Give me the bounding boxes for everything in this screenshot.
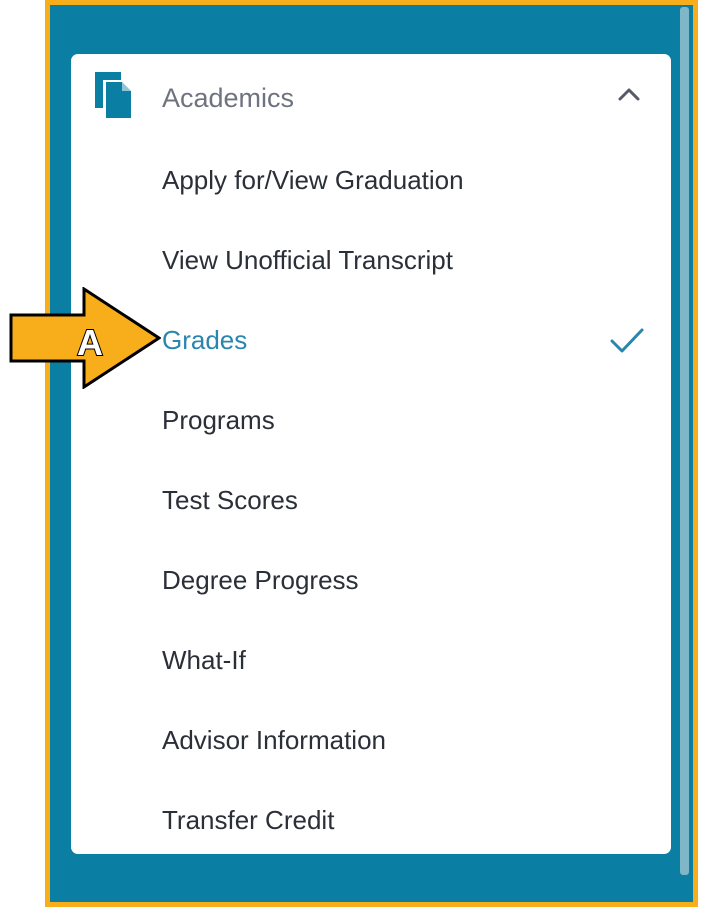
menu-item-label: Apply for/View Graduation	[162, 165, 464, 195]
menu-item-what-if[interactable]: What-If	[71, 628, 671, 694]
menu-item-label: Transfer Credit	[162, 805, 335, 835]
menu-item-label: Test Scores	[162, 485, 298, 515]
academics-menu-header[interactable]: Academics	[71, 54, 671, 136]
menu-item-advisor-information[interactable]: Advisor Information	[71, 708, 671, 774]
menu-item-label: What-If	[162, 645, 246, 675]
menu-item-programs[interactable]: Programs	[71, 388, 671, 454]
academics-label: Academics	[162, 83, 295, 113]
callout-label: A	[77, 322, 103, 363]
menu-item-degree-progress[interactable]: Degree Progress	[71, 548, 671, 614]
menu-item-label: View Unofficial Transcript	[162, 245, 453, 275]
checkmark-icon	[610, 328, 644, 353]
navigation-panel: Academics Apply for/View Graduation View…	[45, 0, 698, 907]
menu-item-test-scores[interactable]: Test Scores	[71, 468, 671, 534]
academics-menu-card: Academics Apply for/View Graduation View…	[71, 54, 671, 854]
menu-item-view-unofficial-transcript[interactable]: View Unofficial Transcript	[71, 228, 671, 294]
documents-icon	[95, 72, 131, 118]
menu-item-label: Programs	[162, 405, 275, 435]
scrollbar[interactable]	[680, 7, 689, 875]
menu-item-label: Advisor Information	[162, 725, 386, 755]
chevron-up-icon[interactable]	[615, 84, 643, 104]
menu-item-grades[interactable]: Grades	[71, 308, 671, 374]
menu-item-apply-for-view-graduation[interactable]: Apply for/View Graduation	[71, 148, 671, 214]
menu-item-label: Degree Progress	[162, 565, 359, 595]
menu-item-label: Grades	[162, 325, 248, 355]
arrow-right-icon: A	[9, 287, 161, 389]
menu-item-transfer-credit[interactable]: Transfer Credit	[71, 788, 671, 854]
